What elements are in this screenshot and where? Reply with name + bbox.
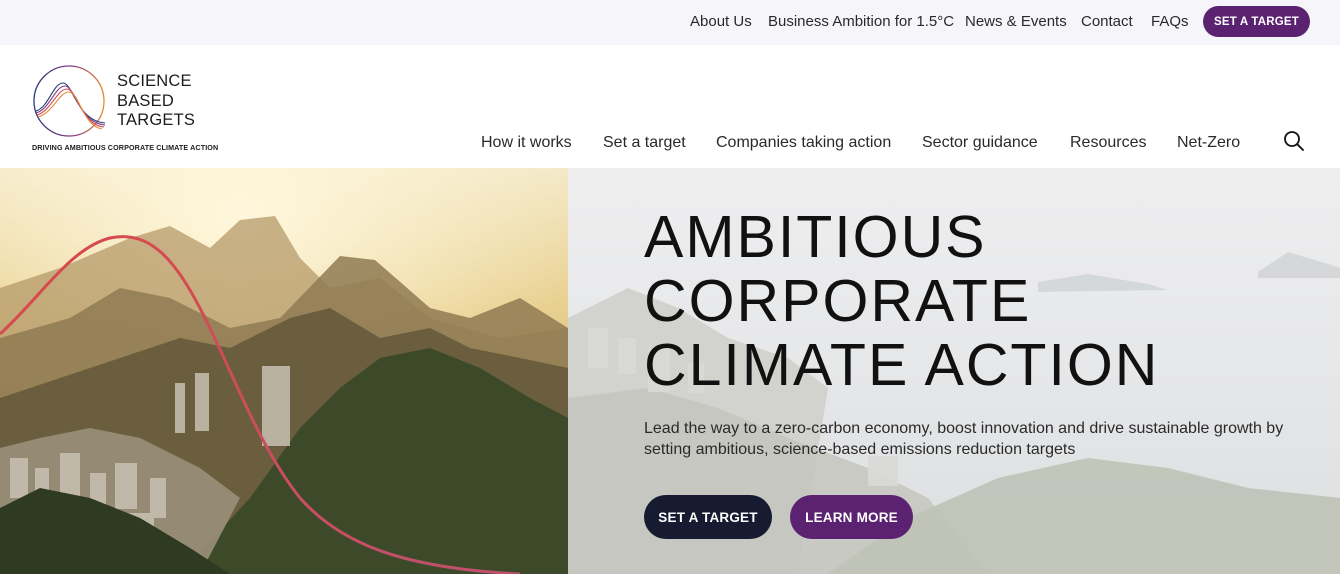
- topbar-set-target-button[interactable]: SET A TARGET: [1203, 6, 1310, 37]
- nav-item-resources[interactable]: Resources: [1070, 134, 1146, 152]
- hero-subtitle: Lead the way to a zero-carbon economy, b…: [644, 420, 1284, 458]
- search-icon[interactable]: [1283, 130, 1305, 152]
- logo-line: SCIENCE: [117, 72, 192, 90]
- nav-item-how-it-works[interactable]: How it works: [481, 134, 572, 152]
- hero-mountain-image: [0, 168, 568, 574]
- hero-set-target-button[interactable]: SET A TARGET: [644, 495, 772, 539]
- logo-line: TARGETS: [117, 111, 196, 129]
- about-us-link[interactable]: About Us: [690, 13, 752, 30]
- nav-item-net-zero[interactable]: Net-Zero: [1177, 134, 1240, 152]
- hero-section: AMBITIOUS CORPORATE CLIMATE ACTION Lead …: [0, 168, 1340, 574]
- hero-title: AMBITIOUS CORPORATE CLIMATE ACTION: [644, 205, 1159, 397]
- business-ambition-link[interactable]: Business Ambition for 1.5°C: [768, 13, 954, 30]
- hero-title-line: AMBITIOUS: [644, 204, 987, 270]
- nav-item-set-a-target[interactable]: Set a target: [603, 134, 686, 152]
- contact-link[interactable]: Contact: [1081, 13, 1133, 30]
- logo-line: BASED: [117, 91, 174, 110]
- nav-item-companies[interactable]: Companies taking action: [716, 134, 891, 152]
- logo-tagline: DRIVING AMBITIOUS CORPORATE CLIMATE ACTI…: [32, 143, 219, 152]
- nav-item-sector-guidance[interactable]: Sector guidance: [922, 134, 1038, 152]
- hero-title-line: CORPORATE: [644, 268, 1032, 334]
- hero-learn-more-button[interactable]: LEARN MORE: [790, 495, 913, 539]
- logo-mark-icon: [33, 65, 106, 137]
- news-events-link[interactable]: News & Events: [965, 13, 1067, 30]
- site-header: SCIENCE BASED TARGETS DRIVING AMBITIOUS …: [0, 45, 1340, 168]
- faqs-link[interactable]: FAQs: [1151, 13, 1189, 30]
- hero-title-line: CLIMATE ACTION: [644, 332, 1160, 398]
- utility-bar: About Us Business Ambition for 1.5°C New…: [0, 0, 1340, 45]
- logo-wordmark: SCIENCE BASED TARGETS: [117, 72, 195, 131]
